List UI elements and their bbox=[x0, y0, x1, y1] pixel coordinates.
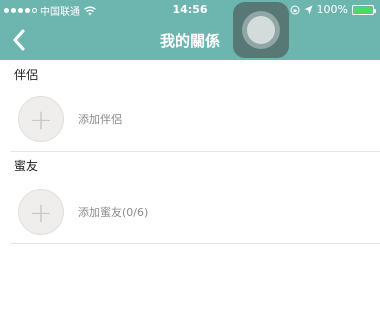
add-friend-label: 添加蜜友(0/6) bbox=[78, 206, 149, 219]
nav-bar: 我的關係 bbox=[0, 20, 380, 60]
assistive-touch-button[interactable] bbox=[233, 2, 289, 58]
plus-icon: + bbox=[29, 195, 53, 229]
orientation-lock-icon bbox=[290, 5, 300, 14]
divider bbox=[10, 151, 380, 152]
assistive-touch-icon bbox=[242, 11, 280, 49]
status-bar: 中国联通 14:56 100% bbox=[0, 0, 380, 20]
battery-icon bbox=[352, 4, 376, 15]
divider bbox=[10, 243, 380, 244]
add-partner-row[interactable]: + 添加伴侶 bbox=[0, 88, 380, 148]
add-partner-button[interactable]: + bbox=[18, 96, 64, 142]
add-friend-button[interactable]: + bbox=[18, 189, 64, 235]
battery-percent: 100% bbox=[316, 3, 348, 16]
section-heading-friends: 蜜友 bbox=[14, 159, 39, 173]
add-friend-row[interactable]: + 添加蜜友(0/6) bbox=[0, 181, 380, 241]
plus-icon: + bbox=[29, 102, 53, 136]
add-partner-label: 添加伴侶 bbox=[78, 113, 122, 126]
status-right: 100% bbox=[290, 3, 376, 16]
header-bar: 中国联通 14:56 100% 我的關係 bbox=[0, 0, 380, 60]
page-title: 我的關係 bbox=[159, 32, 220, 50]
section-heading-partner: 伴侶 bbox=[14, 68, 39, 82]
location-icon bbox=[304, 5, 313, 14]
